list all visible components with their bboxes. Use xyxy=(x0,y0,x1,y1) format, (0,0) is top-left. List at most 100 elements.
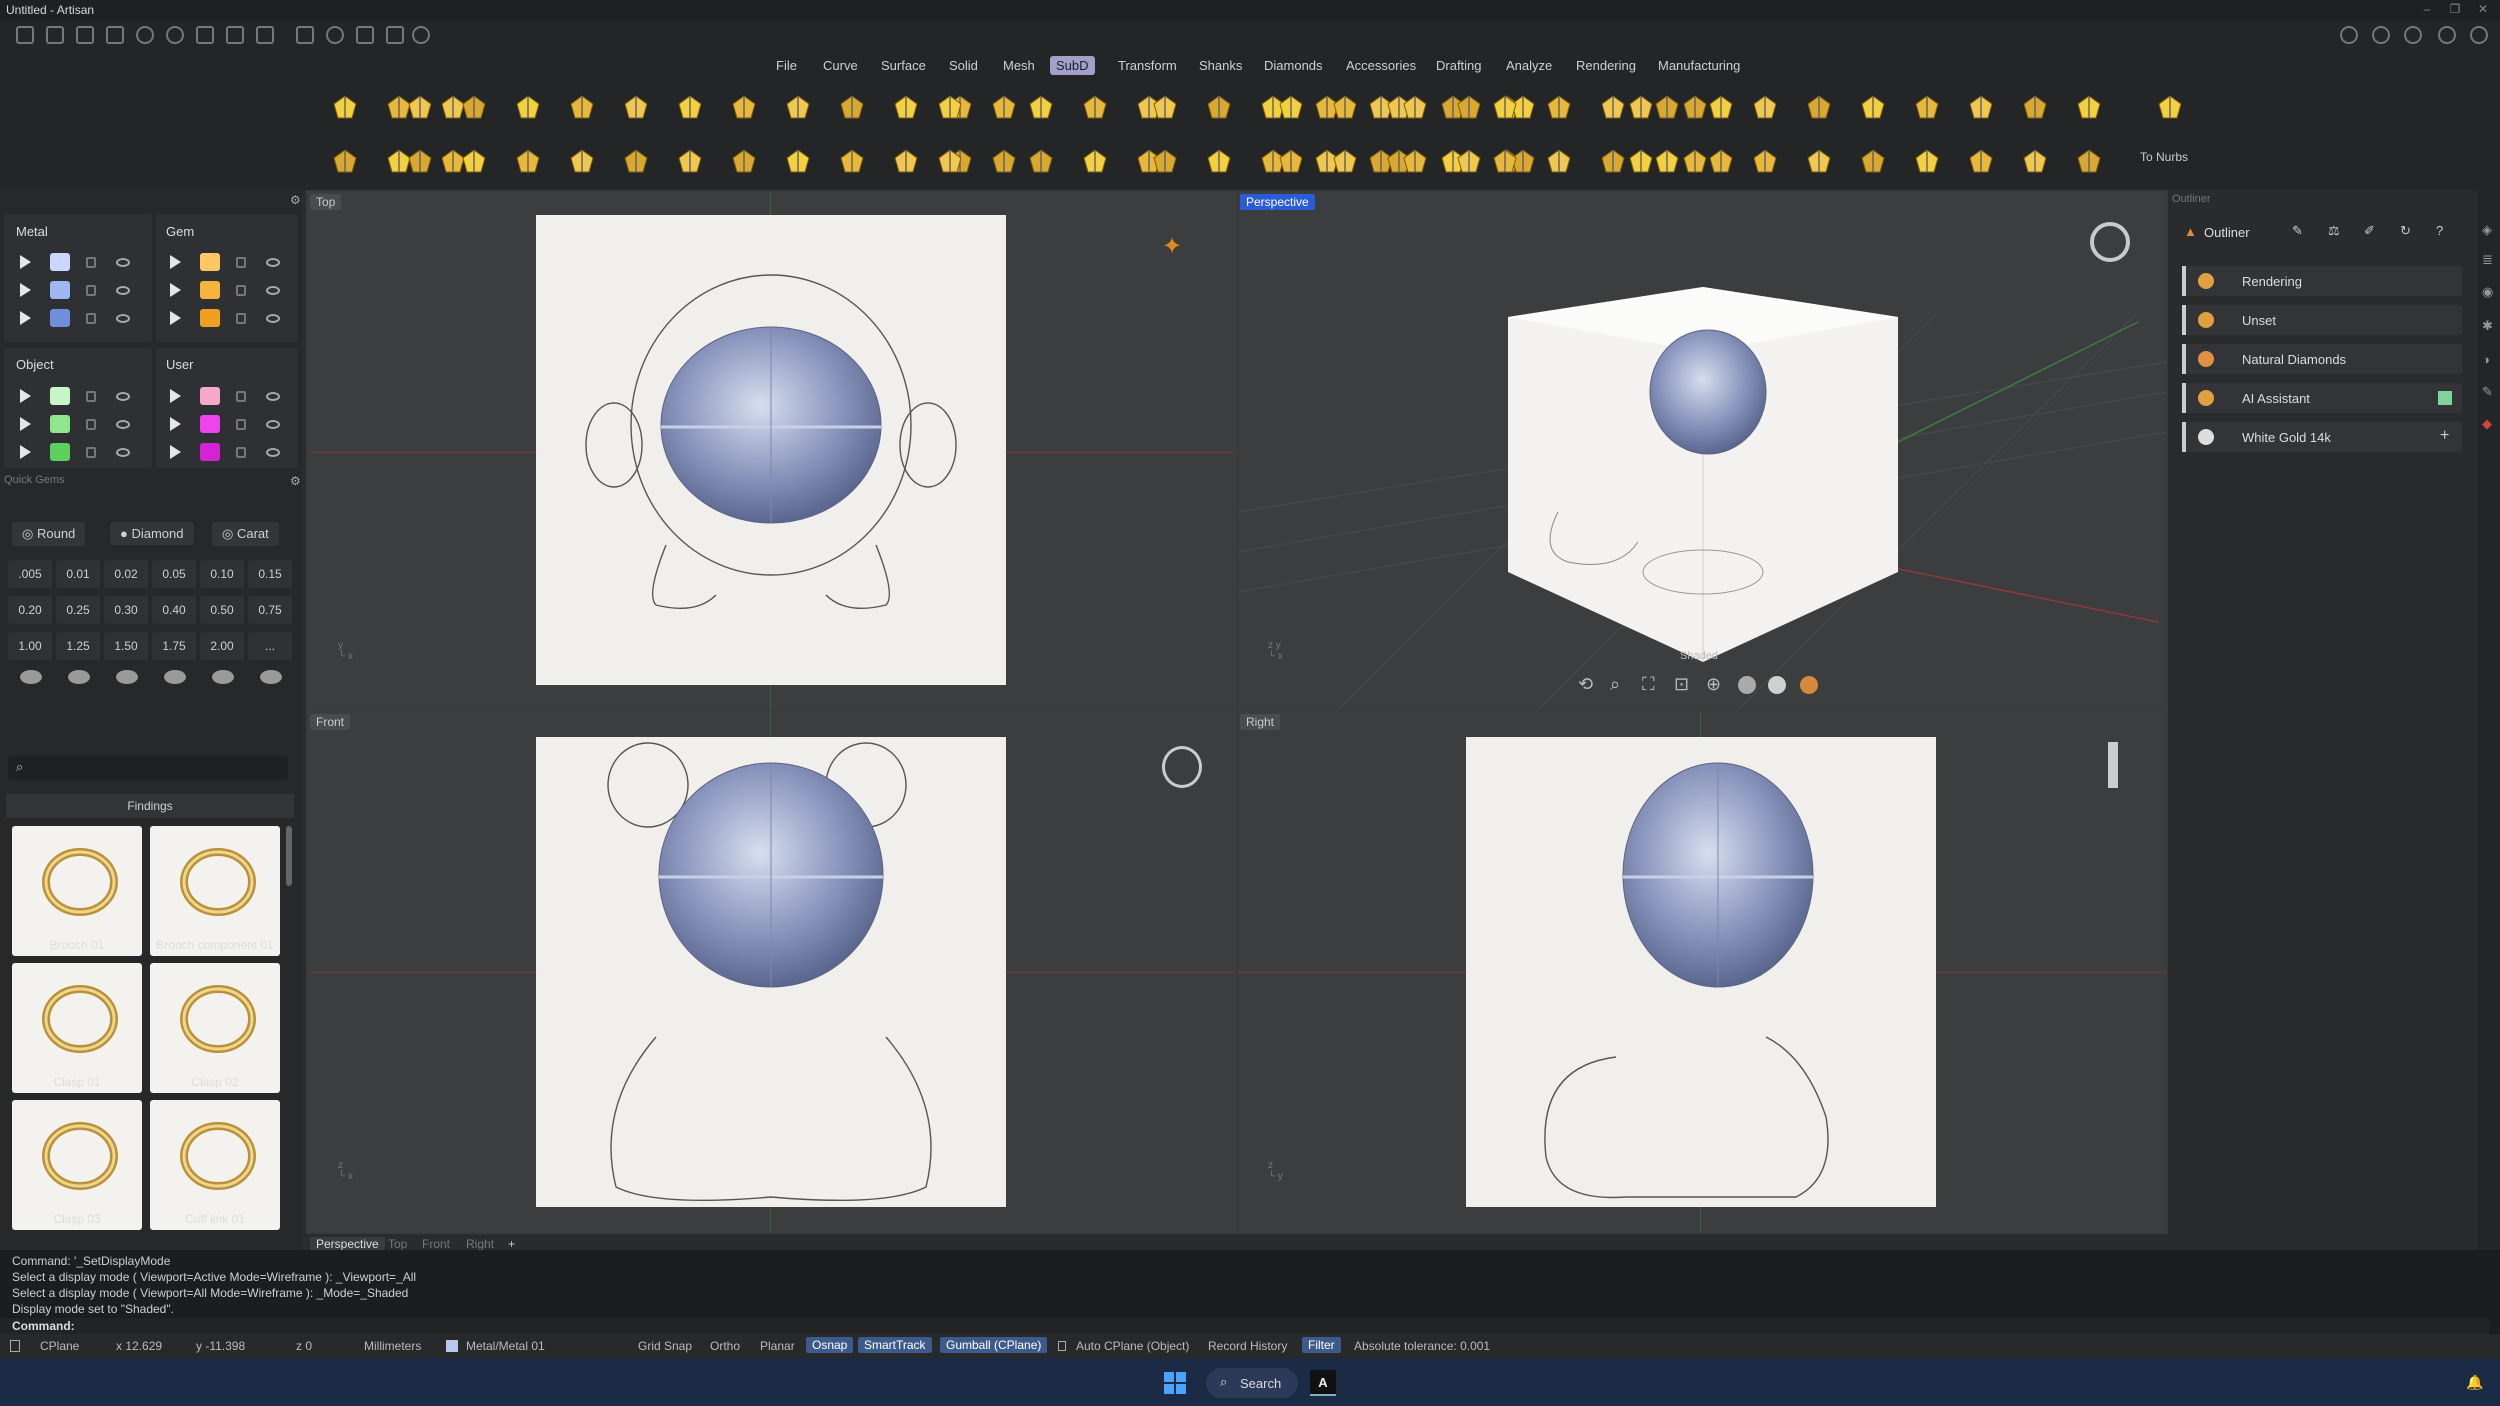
subd-tool-button[interactable] xyxy=(330,92,360,122)
save-icon[interactable] xyxy=(196,26,214,44)
menu-file[interactable]: File xyxy=(770,56,803,75)
subd-tool-button[interactable] xyxy=(1626,146,1656,176)
subd-tool-button[interactable] xyxy=(1080,92,1110,122)
subd-tool-button[interactable] xyxy=(1400,146,1430,176)
user-material-row[interactable] xyxy=(170,440,288,466)
lock-icon[interactable] xyxy=(86,447,96,458)
subd-tool-button[interactable] xyxy=(567,146,597,176)
viewport-top-label[interactable]: Top xyxy=(310,194,342,210)
status-record-history[interactable]: Record History xyxy=(1208,1339,1287,1353)
status-grid-snap[interactable]: Grid Snap xyxy=(638,1339,692,1353)
subd-tool-button[interactable] xyxy=(1804,92,1834,122)
subd-tool-button[interactable] xyxy=(1080,146,1110,176)
outliner-row[interactable]: Natural Diamonds xyxy=(2182,344,2462,374)
eye-icon[interactable] xyxy=(116,286,130,295)
status-cplane[interactable]: CPlane xyxy=(40,1339,79,1353)
subd-tool-button[interactable] xyxy=(1276,92,1306,122)
taskbar-search[interactable]: ⌕ Search xyxy=(1206,1368,1298,1398)
library-category-dropdown[interactable]: Findings xyxy=(6,794,294,818)
carat-size-button[interactable]: 0.40 xyxy=(152,596,196,624)
new-file-icon[interactable] xyxy=(16,26,34,44)
gem-shape-icon[interactable] xyxy=(212,670,234,684)
lock-icon[interactable] xyxy=(86,257,96,268)
artisan-app-icon[interactable]: A xyxy=(1310,1370,1336,1396)
shaded-icon[interactable] xyxy=(1738,676,1756,694)
material-swatch[interactable] xyxy=(200,309,220,327)
subd-tool-button[interactable] xyxy=(1204,146,1234,176)
gem-shape-icon[interactable] xyxy=(116,670,138,684)
subd-tool-button[interactable] xyxy=(1400,92,1430,122)
subd-tool-button[interactable] xyxy=(567,92,597,122)
subd-tool-button[interactable] xyxy=(837,92,867,122)
play-icon[interactable] xyxy=(170,417,181,431)
status-gumball[interactable]: Gumball (CPlane) xyxy=(940,1337,1048,1353)
gem-shape-icon[interactable] xyxy=(260,670,282,684)
menu-diamonds[interactable]: Diamonds xyxy=(1258,56,1329,75)
subd-tool-button[interactable] xyxy=(1150,146,1180,176)
gem-material-row[interactable] xyxy=(170,278,288,304)
play-icon[interactable] xyxy=(170,283,181,297)
zoom-icon[interactable]: ⌕ xyxy=(1610,674,1620,695)
material-swatch[interactable] xyxy=(200,443,220,461)
subd-tool-button[interactable] xyxy=(675,92,705,122)
subd-tool-button[interactable] xyxy=(459,92,489,122)
zoom-extents-icon[interactable]: ⛶ xyxy=(1642,674,1655,695)
subd-tool-button[interactable] xyxy=(891,92,921,122)
material-swatch[interactable] xyxy=(50,415,70,433)
outliner-row[interactable]: Rendering xyxy=(2182,266,2462,296)
play-icon[interactable] xyxy=(20,417,31,431)
subd-tool-button[interactable] xyxy=(783,92,813,122)
material-swatch[interactable] xyxy=(50,387,70,405)
user-material-row[interactable] xyxy=(170,412,288,438)
play-icon[interactable] xyxy=(20,311,31,325)
gem-material-row[interactable] xyxy=(170,250,288,276)
subd-tool-button[interactable] xyxy=(1490,146,1520,176)
eye-icon[interactable] xyxy=(266,392,280,401)
subd-tool-button[interactable] xyxy=(1454,146,1484,176)
menu-rendering[interactable]: Rendering xyxy=(1570,56,1642,75)
refresh-icon[interactable]: ↻ xyxy=(2400,223,2411,239)
play-icon[interactable] xyxy=(20,389,31,403)
lights-icon[interactable]: ✱ xyxy=(2482,318,2493,334)
close-icon[interactable]: ✕ xyxy=(2474,2,2492,18)
new-template-icon[interactable] xyxy=(46,26,64,44)
subd-tool-button[interactable] xyxy=(935,146,965,176)
subd-tool-button[interactable] xyxy=(1544,92,1574,122)
play-icon[interactable] xyxy=(20,445,31,459)
start-icon[interactable] xyxy=(1164,1372,1186,1394)
material-swatch[interactable] xyxy=(50,281,70,299)
undo-icon[interactable] xyxy=(136,26,154,44)
subd-tool-button[interactable] xyxy=(1804,146,1834,176)
subd-tool-button[interactable] xyxy=(891,146,921,176)
subd-tool-button[interactable] xyxy=(729,92,759,122)
subd-tool-button[interactable] xyxy=(1204,92,1234,122)
quick-gems-gear-icon[interactable]: ⚙ xyxy=(290,474,301,488)
subd-tool-button[interactable] xyxy=(675,146,705,176)
finding-thumbnail[interactable] xyxy=(12,1100,142,1230)
subd-tool-button[interactable] xyxy=(837,146,867,176)
finding-thumbnail[interactable] xyxy=(150,963,280,1093)
tools-icon[interactable]: ✎ xyxy=(2482,384,2493,400)
object-material-row[interactable] xyxy=(20,440,138,466)
menu-solid[interactable]: Solid xyxy=(943,56,984,75)
subd-tool-button[interactable] xyxy=(405,92,435,122)
carat-size-button[interactable]: 1.75 xyxy=(152,632,196,660)
export-icon[interactable] xyxy=(256,26,274,44)
status-layer[interactable]: Metal/Metal 01 xyxy=(466,1339,545,1353)
cut-carat-button[interactable]: ◎ Carat xyxy=(212,522,279,546)
rendered-icon[interactable] xyxy=(1768,676,1786,694)
pencil-icon[interactable]: ✐ xyxy=(2364,223,2375,239)
rotate-view-icon[interactable]: ⟲ xyxy=(1578,674,1593,695)
metal-material-row[interactable] xyxy=(20,250,138,276)
tab-perspective[interactable]: Perspective xyxy=(310,1237,385,1251)
question-icon[interactable] xyxy=(2438,26,2456,44)
status-smarttrack[interactable]: SmartTrack xyxy=(858,1337,932,1353)
viewport-top[interactable]: Top ✦ y └ x xyxy=(308,192,1236,710)
subd-tool-button[interactable] xyxy=(1912,146,1942,176)
menu-transform[interactable]: Transform xyxy=(1112,56,1183,75)
subd-tool-button[interactable] xyxy=(513,146,543,176)
subd-tool-button[interactable] xyxy=(1598,146,1628,176)
snapshot-icon[interactable] xyxy=(296,26,314,44)
subd-tool-button[interactable] xyxy=(621,146,651,176)
status-units[interactable]: Millimeters xyxy=(364,1339,421,1353)
